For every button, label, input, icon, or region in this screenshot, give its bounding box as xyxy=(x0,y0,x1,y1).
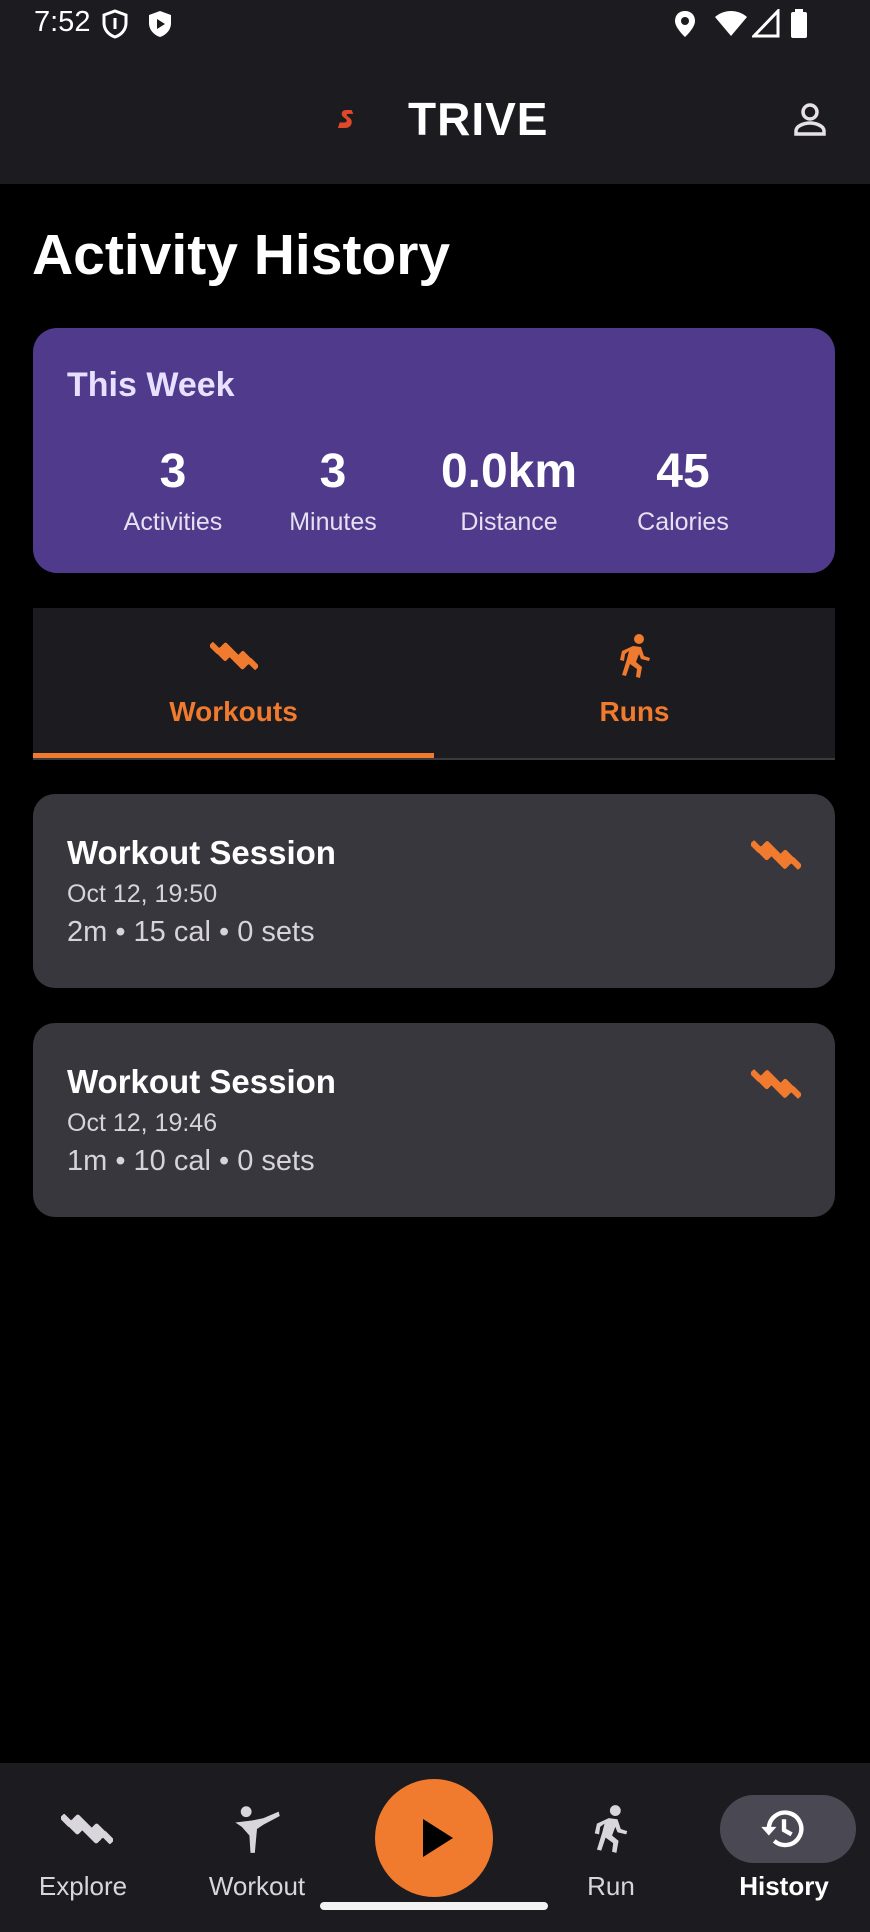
session-card[interactable]: Workout Session Oct 12, 19:46 1m • 10 ca… xyxy=(33,1023,835,1217)
nav-item-history[interactable]: History xyxy=(698,1763,870,1932)
dumbbell-icon xyxy=(751,1069,801,1099)
session-title: Workout Session xyxy=(67,834,336,871)
dumbbell-icon xyxy=(61,1813,113,1845)
runner-icon xyxy=(619,634,650,678)
stat-label: Activities xyxy=(123,508,223,536)
nav-label: History xyxy=(739,1871,829,1901)
signal-icon xyxy=(752,9,780,38)
dumbbell-icon xyxy=(209,642,258,670)
dumbbell-icon xyxy=(751,840,801,870)
nav-label: Workout xyxy=(208,1871,306,1901)
tab-label: Runs xyxy=(599,696,670,727)
nav-item-workout[interactable]: Workout xyxy=(170,1763,344,1932)
stat-activities: 3 Activities xyxy=(113,446,233,537)
battery-icon xyxy=(791,9,807,38)
tab-runs[interactable]: Runs xyxy=(434,608,835,760)
nav-item-run[interactable]: Run xyxy=(524,1763,698,1932)
tabs-divider xyxy=(33,758,835,760)
stat-value: 3 xyxy=(159,445,187,498)
start-activity-button[interactable] xyxy=(375,1779,493,1897)
stat-label: Distance xyxy=(460,508,558,536)
session-date: Oct 12, 19:46 xyxy=(67,1109,218,1137)
status-time: 7:52 xyxy=(34,6,91,38)
stat-distance: 0.0km Distance xyxy=(429,446,589,537)
app-header: TRIVE xyxy=(0,48,870,184)
stat-minutes: 3 Minutes xyxy=(273,446,393,537)
status-bar: 7:52 xyxy=(0,0,870,48)
session-meta: 2m • 15 cal • 0 sets xyxy=(67,916,315,948)
stat-label: Minutes xyxy=(289,508,377,536)
location-icon xyxy=(675,11,695,37)
this-week-card: This Week 3 Activities 3 Minutes 0.0km D… xyxy=(33,328,835,573)
page-title: Activity History xyxy=(32,223,451,287)
tab-label: Workouts xyxy=(169,696,298,727)
profile-button[interactable] xyxy=(786,96,834,144)
tab-workouts[interactable]: Workouts xyxy=(33,608,434,760)
shield-play-icon xyxy=(149,11,171,37)
shield-outline-icon xyxy=(102,9,128,39)
session-date: Oct 12, 19:50 xyxy=(67,880,218,908)
wifi-icon xyxy=(715,11,747,36)
history-icon xyxy=(761,1810,804,1848)
home-indicator[interactable] xyxy=(320,1902,548,1910)
nav-item-explore[interactable]: Explore xyxy=(0,1763,174,1932)
session-title: Workout Session xyxy=(67,1063,336,1100)
session-card[interactable]: Workout Session Oct 12, 19:50 2m • 15 ca… xyxy=(33,794,835,988)
logo-wordmark: TRIVE xyxy=(408,93,549,145)
activity-tabs: Workouts Runs xyxy=(33,608,835,760)
stat-calories: 45 Calories xyxy=(623,446,743,537)
stat-value: 0.0km xyxy=(440,445,578,498)
this-week-title: This Week xyxy=(67,366,235,404)
martial-arts-icon xyxy=(235,1806,280,1853)
play-icon xyxy=(423,1819,453,1857)
nav-label: Explore xyxy=(38,1871,128,1901)
stat-value: 3 xyxy=(319,445,347,498)
runner-icon xyxy=(594,1805,628,1853)
stat-label: Calories xyxy=(637,508,729,536)
session-meta: 1m • 10 cal • 0 sets xyxy=(67,1145,315,1177)
nav-label: Run xyxy=(587,1871,635,1901)
stat-value: 45 xyxy=(656,445,710,498)
strive-logo-icon xyxy=(338,110,354,128)
